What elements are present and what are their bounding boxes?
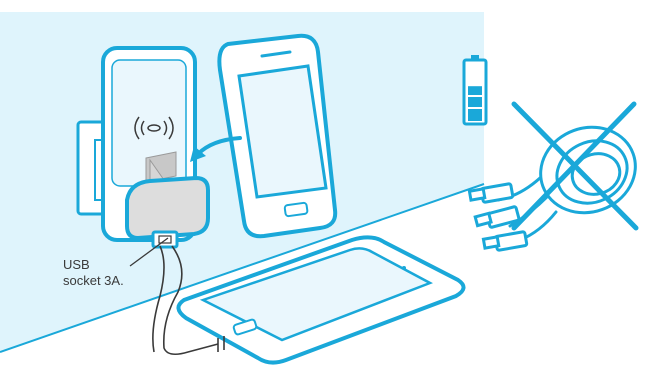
battery-icon — [462, 55, 488, 126]
tablet-camera — [402, 266, 406, 270]
callout-line-1: USB — [63, 257, 90, 272]
charger-base — [125, 175, 210, 241]
wireless-charger — [101, 46, 210, 249]
usb-socket-callout: USB socket 3A. — [63, 257, 124, 289]
wireless-charging-illustration — [0, 12, 639, 365]
callout-line-2: socket 3A. — [63, 273, 124, 288]
cable-crossed-icon — [467, 101, 639, 252]
phone-home-button — [283, 201, 309, 218]
battery-fill-level — [468, 86, 482, 121]
